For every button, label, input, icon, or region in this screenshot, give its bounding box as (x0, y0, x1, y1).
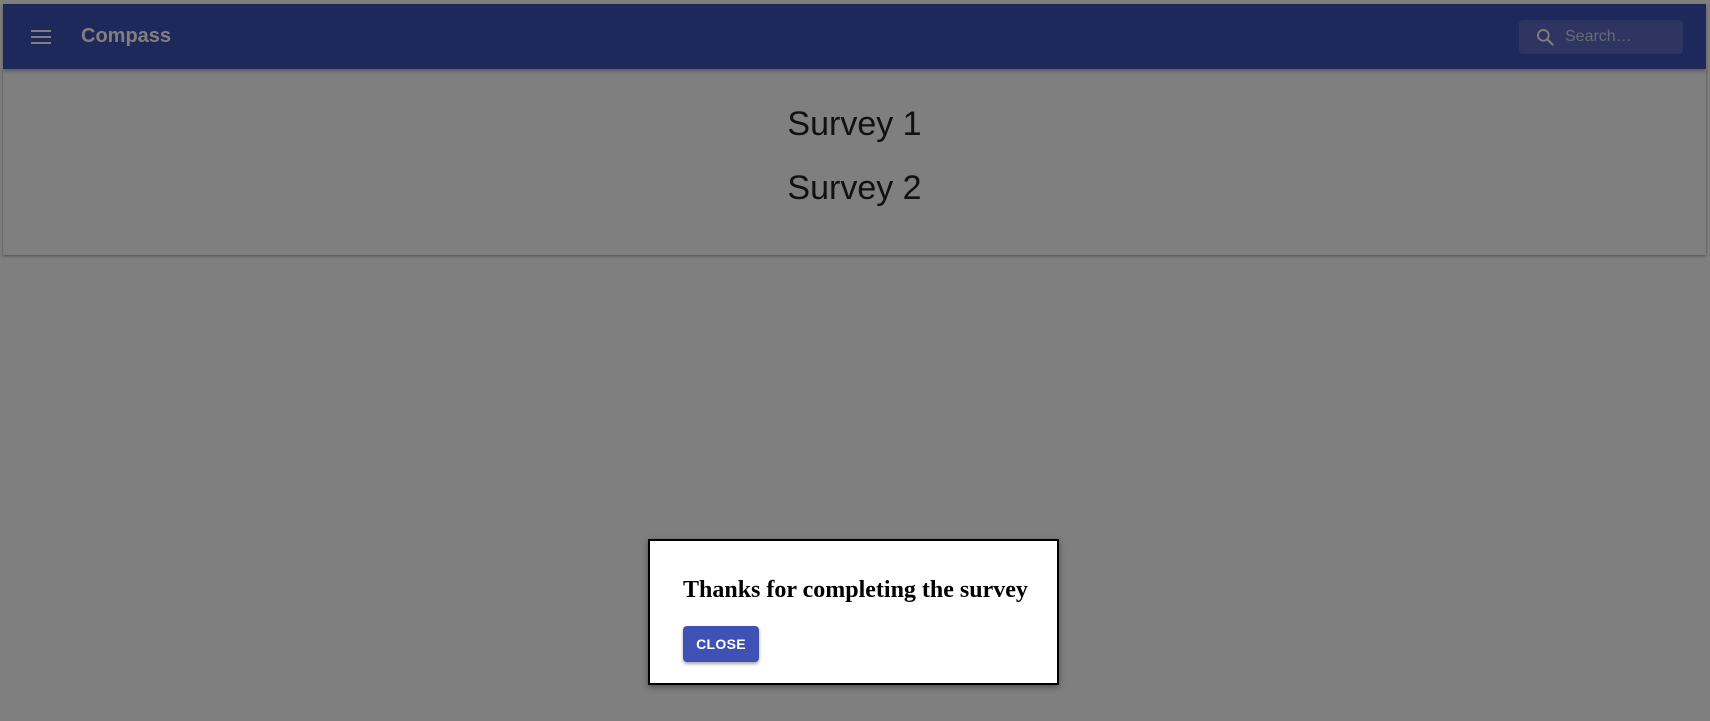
close-button[interactable]: CLOSE (683, 626, 759, 662)
completion-dialog: Thanks for completing the survey CLOSE (648, 539, 1059, 685)
dialog-message: Thanks for completing the survey (683, 577, 1028, 603)
